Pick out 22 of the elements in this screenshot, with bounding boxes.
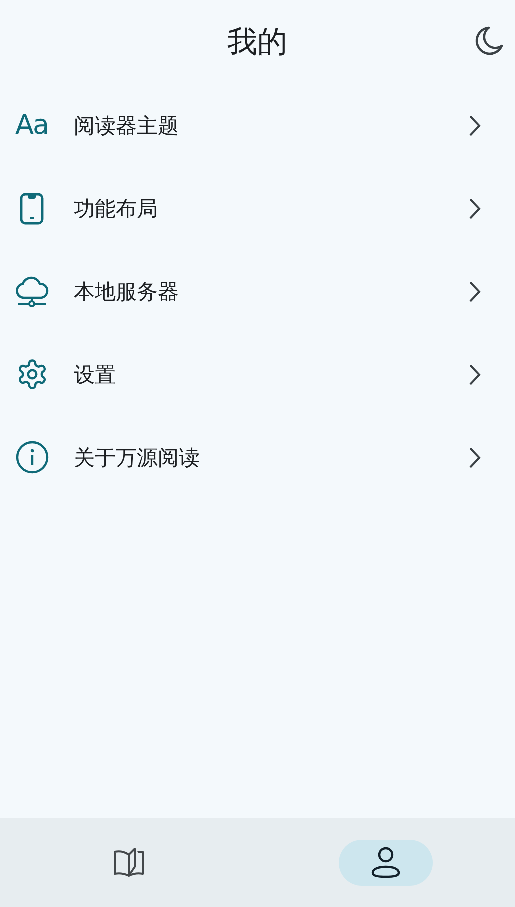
- menu-label: 功能布局: [74, 196, 159, 222]
- person-icon: [370, 846, 402, 880]
- menu-label: 阅读器主题: [74, 112, 180, 140]
- page-title: 我的: [228, 24, 288, 62]
- cloud-server-icon: [15, 276, 49, 308]
- menu-item[interactable]: 关于万源阅读: [0, 416, 515, 499]
- chevron-icon: [469, 198, 481, 220]
- menu-label: 本地服务器: [74, 278, 180, 306]
- chevron-icon: [469, 114, 481, 136]
- chevron-icon: [469, 364, 481, 386]
- menu-item[interactable]: Aa 阅读器主题: [0, 84, 515, 167]
- menu-item[interactable]: 功能布局: [0, 167, 515, 250]
- font-icon: Aa: [15, 110, 48, 141]
- book-icon: [112, 846, 146, 878]
- menu-item[interactable]: 本地服务器: [0, 250, 515, 333]
- phone-icon: [20, 192, 44, 224]
- info-icon: [16, 441, 48, 474]
- chevron-icon: [469, 280, 481, 302]
- menu-label: 设置: [74, 362, 117, 388]
- menu-label: 关于万源阅读: [74, 444, 201, 472]
- menu-item[interactable]: 设置: [0, 333, 515, 416]
- chevron-icon: [469, 446, 481, 468]
